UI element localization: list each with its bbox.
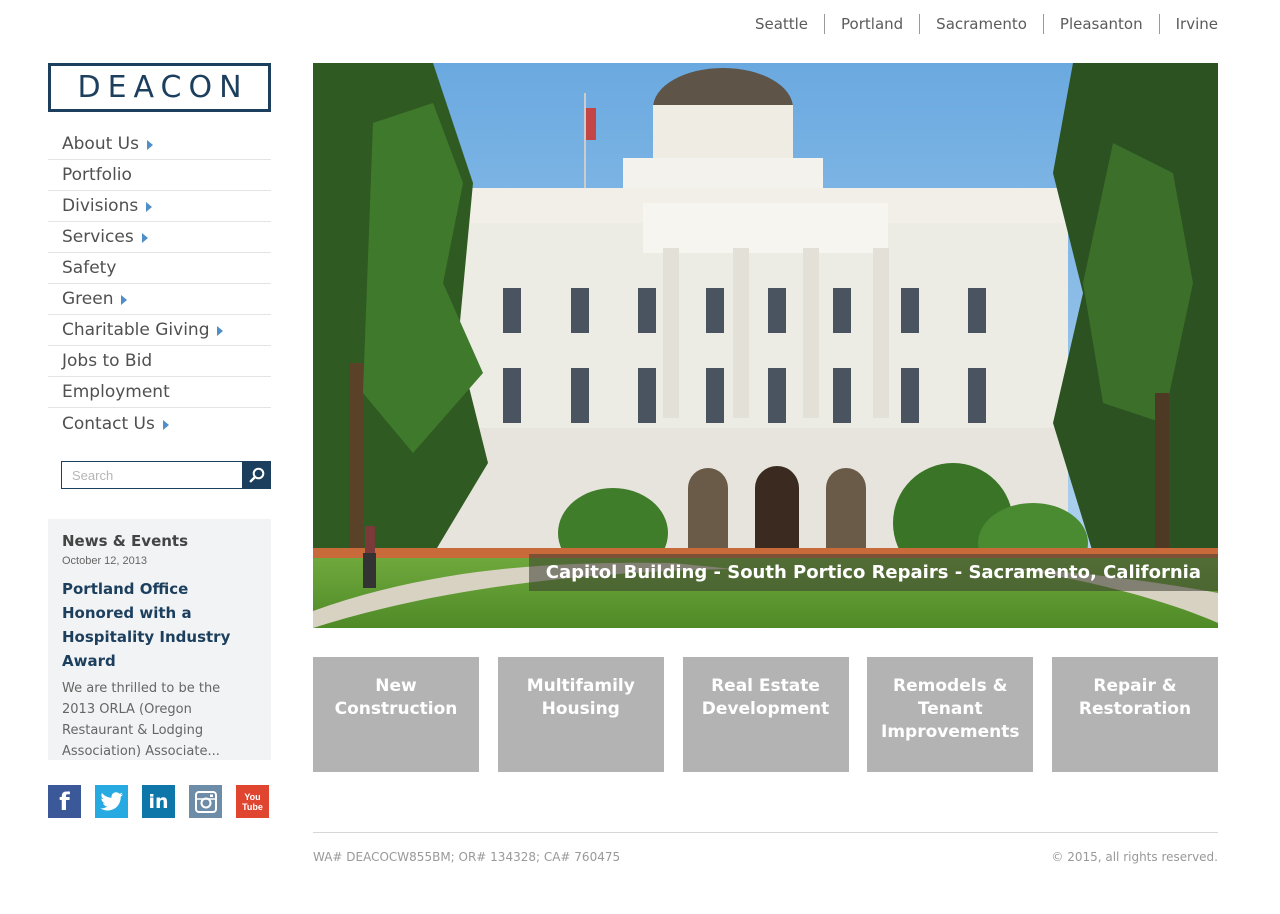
tile-multifamily-housing[interactable]: Multifamily Housing [497,657,664,772]
sidebar-item-employment[interactable]: Employment [48,377,271,408]
tile-real-estate-development[interactable]: Real Estate Development [682,657,849,772]
city-link-portland[interactable]: Portland [824,14,919,34]
deacon-logo[interactable]: DEACON [48,63,271,112]
city-link-seattle[interactable]: Seattle [739,14,824,34]
search-box [61,461,271,489]
city-link-irvine[interactable]: Irvine [1158,14,1218,34]
hero-caption: Capitol Building - South Portico Repairs… [528,554,1218,591]
arrow-right-icon [141,233,148,243]
sidebar-item-services[interactable]: Services [48,222,271,253]
sidebar-item-label: Divisions [62,196,139,216]
instagram-camera-glyph [194,790,217,813]
facebook-icon[interactable]: f [48,785,81,818]
footer: WA# DEACOCW855BM; OR# 134328; CA# 760475… [313,832,1218,864]
arrow-right-icon [162,419,169,430]
sidebar-item-safety[interactable]: Safety [48,253,271,284]
youtube-glyph-bottom: Tube [242,801,263,812]
arrow-right-icon [217,326,224,336]
search-input[interactable] [61,461,242,489]
arrow-right-icon [121,295,128,305]
hero-slideshow[interactable]: Capitol Building - South Portico Repairs… [313,63,1218,628]
sidebar-item-divisions[interactable]: Divisions [48,191,271,222]
linkedin-icon[interactable]: in [142,785,175,818]
sidebar-item-portfolio[interactable]: Portfolio [48,160,271,191]
social-links: f in You Tube [48,785,269,818]
instagram-icon[interactable] [189,785,222,818]
sidebar-item-jobs-to-bid[interactable]: Jobs to Bid [48,346,271,377]
sidebar-item-label: About Us [62,134,139,154]
news-date: October 12, 2013 [62,555,148,567]
sidebar-item-label: Services [62,227,134,247]
logo-text: DEACON [77,70,249,105]
youtube-icon[interactable]: You Tube [236,785,269,818]
sidebar-item-green[interactable]: Green [48,284,271,315]
sidebar-item-label: Contact Us [62,413,155,434]
news-headline-link[interactable]: Portland Office Honored with a Hospitali… [62,577,257,673]
sidebar-item-label: Employment [62,382,170,402]
sidebar-item-label: Charitable Giving [62,320,210,340]
linkedin-glyph: in [148,790,169,813]
sidebar-item-label: Safety [62,258,117,278]
youtube-glyph-top: You [244,791,261,802]
copyright: © 2015, all rights reserved. [1051,850,1218,864]
facebook-glyph: f [59,787,70,816]
sidebar-item-label: Green [62,289,114,309]
arrow-right-icon [146,202,153,212]
news-excerpt: We are thrilled to be the 2013 ORLA (Ore… [62,681,221,759]
tile-remodels-tenant-improvements[interactable]: Remodels & Tenant Improvements [867,657,1034,772]
news-events-panel: News & Events October 12, 2013 Portland … [48,519,271,760]
sidebar-item-contact-us[interactable]: Contact Us [48,408,271,439]
arrow-right-icon [146,140,153,150]
sidebar-item-label: Jobs to Bid [62,351,153,371]
capitol-building-photo [313,63,1218,628]
city-link-pleasanton[interactable]: Pleasanton [1042,14,1159,34]
twitter-icon[interactable] [95,785,128,818]
city-link-sacramento[interactable]: Sacramento [919,14,1043,34]
license-numbers: WA# DEACOCW855BM; OR# 134328; CA# 760475 [313,850,621,864]
search-icon [249,467,264,483]
sidebar-nav: About Us Portfolio Divisions Services Sa… [48,129,271,439]
twitter-bird-glyph [100,791,123,810]
news-title: News & Events [62,532,189,550]
city-nav: Seattle Portland Sacramento Pleasanton I… [739,14,1218,34]
sidebar-item-label: Portfolio [62,165,132,185]
search-button[interactable] [242,461,271,489]
sidebar-item-charitable-giving[interactable]: Charitable Giving [48,315,271,346]
sidebar-item-about-us[interactable]: About Us [48,129,271,160]
tile-new-construction[interactable]: New Construction [313,657,479,772]
tile-repair-restoration[interactable]: Repair & Restoration [1052,657,1218,772]
service-tiles: New Construction Multifamily Housing Rea… [313,657,1218,772]
